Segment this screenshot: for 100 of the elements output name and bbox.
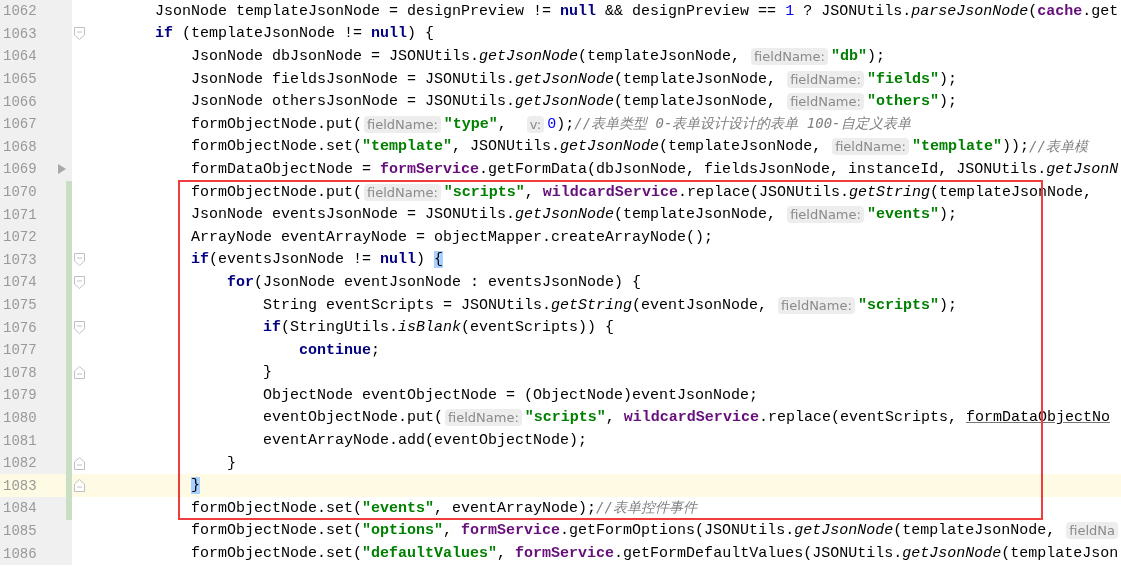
line-number: 1069 (2, 161, 38, 178)
code-string: "scripts" (524, 409, 606, 427)
line-number: 1075 (2, 297, 38, 313)
code-text: (eventsJsonNode != (209, 251, 373, 269)
code-text: .get (1082, 2, 1119, 20)
parameter-hint: fieldName: (778, 296, 855, 314)
code-text: ? JSONUtils. (802, 2, 912, 20)
code-text: )); (1001, 138, 1029, 156)
line-number: 1062 (2, 3, 38, 20)
parameter-hint: fieldName: (445, 409, 522, 427)
code-text: (templateJsonNode, (614, 93, 778, 111)
triangle-icon[interactable] (58, 164, 66, 175)
code-text: } (227, 454, 236, 472)
code-field: wildcardService (623, 409, 759, 427)
code-text: JsonNode othersJsonNode = JSONUtils. (191, 93, 516, 111)
line-number: 1070 (2, 184, 38, 201)
code-method: getJsonNode (515, 206, 615, 224)
code-field: wildcardService (542, 183, 678, 201)
code-text: eventObjectNode.put( (263, 409, 444, 427)
line-number: 1068 (2, 138, 38, 155)
code-string: "type" (443, 115, 498, 133)
code-text: formObjectNode.set( (191, 499, 363, 517)
line-number: 1078 (2, 364, 38, 381)
code-text: eventArrayNode.add(eventObjectNode); (263, 432, 588, 450)
code-keyword: if (263, 319, 281, 337)
code-string: "db" (830, 48, 867, 65)
code-text: , (443, 522, 454, 540)
code-text: , (497, 115, 508, 133)
code-text: formDataObjectNode = (191, 160, 373, 178)
code-text: (eventScripts)) { (461, 319, 615, 337)
code-field: cache (1037, 2, 1083, 20)
code-text: && designPreview == (604, 2, 778, 20)
code-string: "defaultValues" (362, 545, 498, 563)
code-text: ArrayNode eventArrayNode = objectMapper.createArrayNode(); (191, 228, 714, 246)
code-text: ObjectNode eventObjectNode = (ObjectNode)eventJsonNode; (263, 386, 759, 404)
code-method: isBlank (398, 319, 462, 337)
fold-icon[interactable] (73, 321, 85, 335)
code-keyword: null (560, 2, 597, 20)
code-text: (templateJsonNode, (893, 522, 1057, 540)
code-string: "scripts" (857, 296, 939, 314)
code-text: (templateJsonNode, (614, 70, 778, 88)
line-number: 1079 (2, 387, 38, 404)
code-keyword: null (371, 25, 408, 43)
parameter-hint: fieldName: (787, 206, 864, 224)
matched-brace: { (434, 251, 444, 269)
code-text: (templateJsonNode, (614, 206, 778, 224)
code-method: getJsonN (1046, 160, 1119, 178)
fold-icon[interactable] (73, 479, 85, 493)
code-method: getJsonNode (560, 138, 660, 156)
code-method: getJsonNode (794, 522, 894, 540)
code-text: , (605, 409, 616, 427)
code-text: .getFormDefaultValues(JSONUtils. (614, 545, 903, 563)
code-keyword: for (227, 273, 254, 291)
code-text: (templateJson (1001, 545, 1119, 563)
parameter-hint: fieldNa (1066, 522, 1118, 540)
fold-icon[interactable] (73, 366, 85, 380)
code-comment: //表单控件事件 (596, 499, 697, 518)
line-number: 1085 (2, 522, 38, 539)
code-text: ; (371, 341, 381, 359)
line-number: 1074 (2, 274, 38, 291)
code-text: formObjectNode.set( (191, 545, 363, 563)
code-method: getJsonNode (479, 48, 579, 65)
code-text: ( (1028, 2, 1038, 20)
line-number: 1065 (2, 71, 38, 88)
line-number: 1066 (2, 93, 38, 110)
code-keyword: continue (299, 341, 371, 359)
line-number: 1063 (2, 25, 38, 42)
code-string: "template" (362, 138, 453, 156)
code-text: JsonNode dbJsonNode = JSONUtils. (191, 48, 480, 65)
code-text: (eventJsonNode, (632, 296, 769, 314)
parameter-hint: fieldName: (751, 48, 828, 65)
code-comment: //表单类型 0-表单设计设计的表单 100-自定义表单 (574, 115, 911, 134)
line-number: 1076 (2, 319, 38, 336)
code-text: formObjectNode.put( (191, 183, 363, 201)
code-text: JsonNode eventsJsonNode = JSONUtils. (191, 206, 516, 224)
code-text: , (497, 545, 508, 563)
line-number: 1064 (2, 48, 38, 65)
line-number: 1083 (2, 477, 38, 494)
code-text: formObjectNode.put( (191, 115, 363, 133)
line-number: 1077 (2, 342, 38, 359)
code-method: getString (848, 183, 930, 201)
code-method: parseJsonNode (911, 2, 1029, 20)
fold-icon[interactable] (73, 275, 85, 289)
fold-icon[interactable] (73, 456, 85, 470)
code-string: "scripts" (443, 183, 525, 201)
code-text: , eventArrayNode); (434, 499, 597, 517)
code-text: .getFormData(dbJsonNode, fieldsJsonNode, instanceId, JSONUtils. (479, 160, 1047, 178)
code-field: formService (380, 160, 480, 178)
parameter-hint: fieldName: (364, 183, 441, 201)
code-string: "events" (362, 499, 435, 517)
code-text: ) { (407, 25, 435, 43)
code-text: (StringUtils. (281, 319, 399, 337)
line-number: 1086 (2, 545, 38, 562)
code-keyword: if (191, 251, 209, 269)
code-text: JsonNode templateJsonNode = designPreview != (155, 2, 553, 20)
code-text: .getFormOptions(JSONUtils. (560, 522, 795, 540)
fold-icon[interactable] (73, 27, 85, 41)
parameter-hint: fieldName: (787, 93, 864, 111)
code-text: JsonNode fieldsJsonNode = JSONUtils. (191, 70, 516, 88)
fold-icon[interactable] (73, 253, 85, 267)
